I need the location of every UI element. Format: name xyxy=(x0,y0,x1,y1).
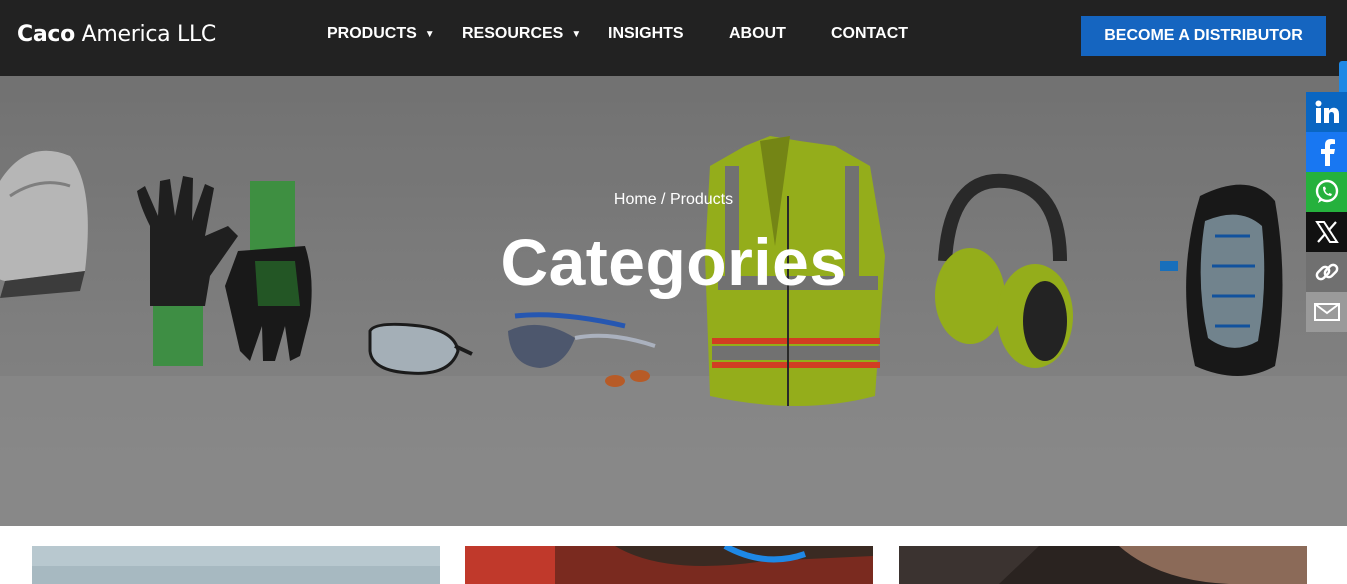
breadcrumb-separator: / xyxy=(656,191,670,208)
category-grid xyxy=(0,526,1347,584)
category-card-image xyxy=(465,546,873,584)
x-icon xyxy=(1314,221,1339,243)
become-distributor-button[interactable]: BECOME A DISTRIBUTOR xyxy=(1081,16,1326,56)
nav-item-products[interactable]: PRODUCTS ▼ xyxy=(327,25,435,43)
whatsapp-share-button[interactable] xyxy=(1306,172,1347,212)
link-icon xyxy=(1315,263,1338,281)
linkedin-icon xyxy=(1315,100,1339,123)
whatsapp-icon xyxy=(1315,179,1338,203)
facebook-icon xyxy=(1320,139,1335,166)
nav-item-label: INSIGHTS xyxy=(608,25,684,42)
site-logo[interactable]: Caco America LLC xyxy=(17,22,216,47)
nav-item-resources[interactable]: RESOURCES ▼ xyxy=(462,25,581,43)
hero-overlay xyxy=(0,76,1347,526)
logo-bold-text: Caco xyxy=(17,22,75,47)
nav-item-insights[interactable]: INSIGHTS xyxy=(608,25,684,43)
site-header: Caco America LLC PRODUCTS ▼ RESOURCES ▼ … xyxy=(0,0,1347,76)
category-card[interactable] xyxy=(32,546,440,584)
logo-rest-text: America LLC xyxy=(74,22,217,47)
nav-item-about[interactable]: ABOUT xyxy=(729,25,786,43)
nav-item-contact[interactable]: CONTACT xyxy=(831,25,908,43)
page-title: Categories xyxy=(500,225,847,299)
facebook-share-button[interactable] xyxy=(1306,132,1347,172)
chevron-down-icon: ▼ xyxy=(424,28,435,40)
nav-item-label: RESOURCES xyxy=(462,25,564,42)
chevron-down-icon: ▼ xyxy=(571,28,582,40)
linkedin-share-button[interactable] xyxy=(1306,92,1347,132)
social-share-bar xyxy=(1306,92,1347,332)
breadcrumb: Home / Products xyxy=(0,191,1347,209)
x-share-button[interactable] xyxy=(1306,212,1347,252)
category-card[interactable] xyxy=(899,546,1307,584)
copy-link-button[interactable] xyxy=(1306,252,1347,292)
email-icon xyxy=(1313,303,1340,321)
breadcrumb-current: Products xyxy=(669,191,734,208)
category-card-image xyxy=(899,546,1307,584)
hero-banner: Home / Products Categories xyxy=(0,76,1347,526)
breadcrumb-home-link[interactable]: Home xyxy=(614,191,657,208)
nav-item-label: ABOUT xyxy=(729,25,786,42)
nav-item-label: CONTACT xyxy=(831,25,909,42)
category-card-image xyxy=(32,546,440,584)
category-card[interactable] xyxy=(465,546,873,584)
email-share-button[interactable] xyxy=(1306,292,1347,332)
nav-item-label: PRODUCTS xyxy=(327,25,417,42)
